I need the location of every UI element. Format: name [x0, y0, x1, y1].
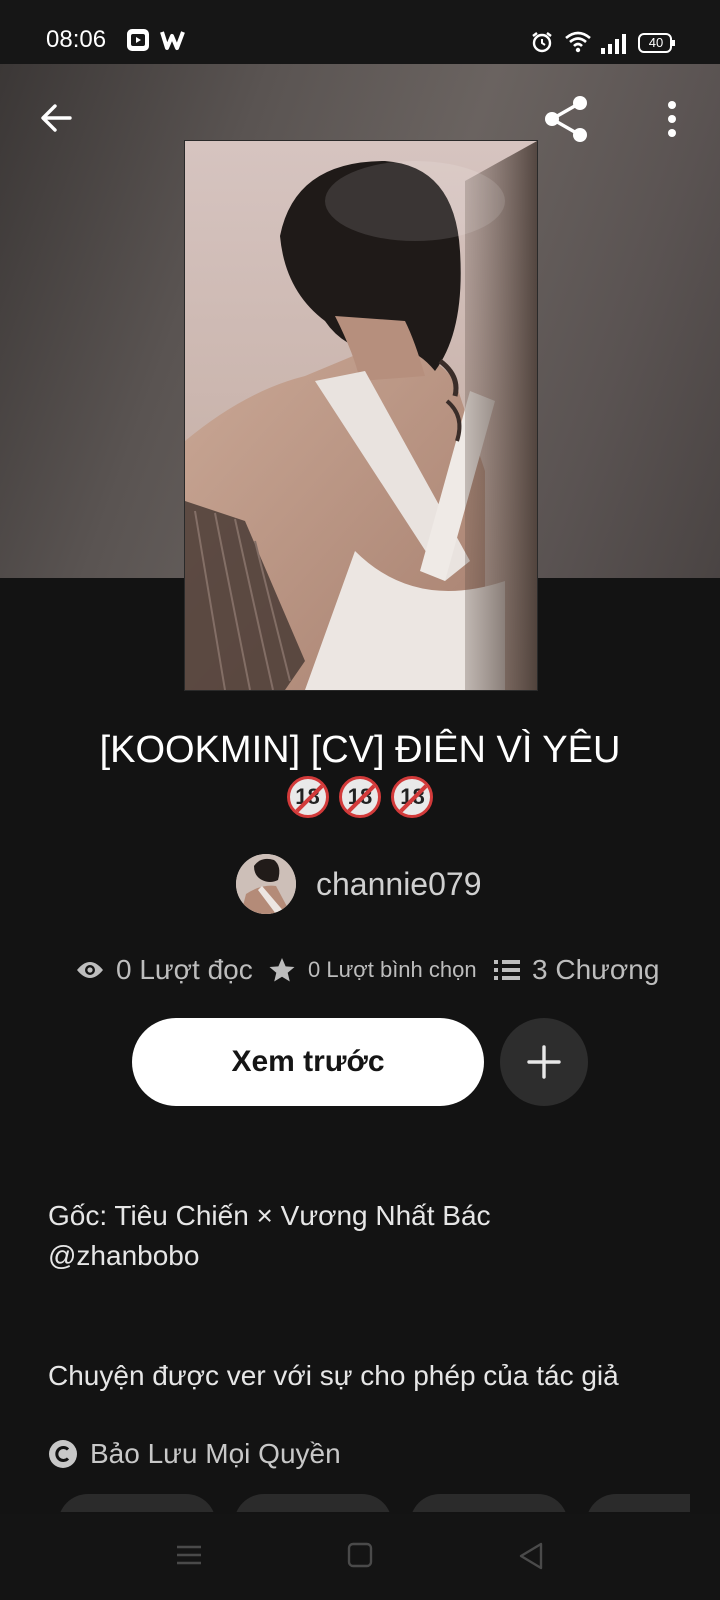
- arrow-left-icon: [41, 104, 72, 132]
- description-line: Chuyện được ver với sự cho phép của tác …: [48, 1360, 619, 1391]
- plus-icon: [527, 1045, 561, 1079]
- status-bar: 08:06 40: [0, 0, 720, 64]
- eye-icon: [77, 962, 103, 978]
- story-stats: 0 Lượt đọc 0 Lượt bình chọn 3 Chương: [0, 950, 720, 990]
- alarm-icon: [530, 30, 554, 59]
- author-profile-link[interactable]: channie079: [236, 854, 481, 914]
- no-under-18-icon: 18: [286, 776, 329, 818]
- no-under-18-icon: 18: [391, 776, 434, 818]
- story-cover-image: [184, 140, 538, 691]
- copyright-notice: Bảo Lưu Mọi Quyền: [48, 1434, 341, 1474]
- youtube-icon: [126, 28, 150, 57]
- tag-chip[interactable]: [410, 1494, 568, 1512]
- list-icon: [494, 960, 520, 980]
- age-rating-badges: 18 18 18: [0, 776, 720, 823]
- votes-stat: 0 Lượt bình chọn: [268, 950, 477, 990]
- battery-level: 40: [648, 35, 664, 50]
- author-name: channie079: [316, 865, 482, 902]
- share-button[interactable]: [542, 94, 592, 149]
- tag-chip[interactable]: [586, 1494, 690, 1512]
- square-icon: [347, 1542, 373, 1568]
- home-button[interactable]: [347, 1542, 373, 1573]
- battery-icon: 40: [638, 32, 676, 59]
- triangle-back-icon: [519, 1542, 543, 1570]
- star-icon: [269, 958, 295, 982]
- copyright-text: Bảo Lưu Mọi Quyền: [90, 1438, 341, 1469]
- wifi-icon: [564, 30, 592, 59]
- add-to-library-button[interactable]: [500, 1018, 588, 1106]
- description-line: Gốc: Tiêu Chiến × Vương Nhất Bác: [48, 1200, 491, 1231]
- description-line: @zhanbobo: [48, 1240, 200, 1271]
- no-under-18-icon: 18: [339, 776, 381, 818]
- chapters-stat: 3 Chương: [494, 950, 659, 990]
- back-button[interactable]: [38, 100, 74, 141]
- story-title: [KOOKMIN] [CV] ĐIÊN VÌ YÊU: [99, 729, 621, 771]
- reads-stat: 0 Lượt đọc: [76, 950, 253, 990]
- chapters-count: 3 Chương: [532, 954, 660, 985]
- status-time: 08:06: [46, 26, 107, 53]
- share-icon: [545, 96, 587, 142]
- reads-count: 0 Lượt đọc: [116, 954, 253, 985]
- recent-apps-button[interactable]: [176, 1542, 202, 1573]
- votes-count: 0 Lượt bình chọn: [308, 957, 477, 982]
- tag-chip[interactable]: [234, 1494, 392, 1512]
- more-options-button[interactable]: [662, 100, 682, 145]
- w-app-icon: [160, 28, 186, 57]
- tag-chip[interactable]: [58, 1494, 216, 1512]
- signal-icon: [600, 32, 626, 59]
- system-navigation-bar: [0, 1514, 720, 1600]
- copyright-icon: [49, 1440, 77, 1468]
- tags-row: [0, 1494, 690, 1512]
- back-nav-button[interactable]: [518, 1542, 544, 1575]
- author-avatar: [236, 854, 296, 914]
- more-vertical-icon: [668, 101, 676, 137]
- preview-button[interactable]: Xem trước: [132, 1018, 484, 1106]
- menu-icon: [177, 1545, 201, 1565]
